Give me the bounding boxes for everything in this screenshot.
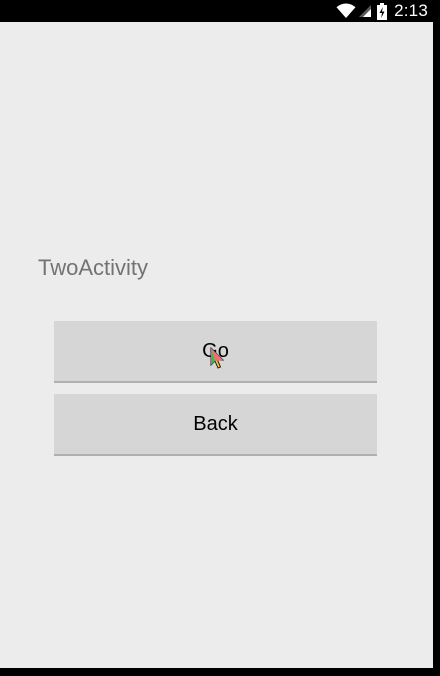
status-icons: 2:13 <box>336 0 440 22</box>
right-bezel <box>433 22 440 668</box>
device-screen: 2:13 TwoActivity Go Back <box>0 0 440 676</box>
bottom-bezel <box>0 668 440 676</box>
status-clock: 2:13 <box>394 1 428 20</box>
mouse-cursor-icon <box>210 347 225 369</box>
activity-title: TwoActivity <box>38 255 149 280</box>
status-bar: 2:13 <box>0 0 440 22</box>
signal-icon <box>359 5 372 17</box>
wifi-icon <box>336 3 356 19</box>
battery-icon <box>377 2 388 20</box>
back-button[interactable]: Back <box>54 394 377 456</box>
activity-content: TwoActivity Go Back <box>0 22 433 668</box>
